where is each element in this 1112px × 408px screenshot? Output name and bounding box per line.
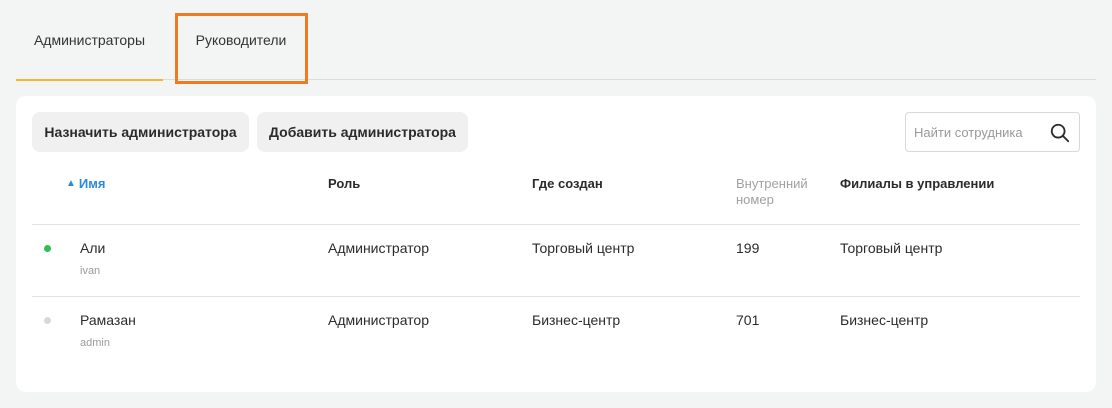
sort-asc-icon: ▲ [66, 178, 76, 189]
cell-ext-number: 701 [736, 312, 760, 328]
column-header-role: Роль [328, 176, 361, 191]
cell-branches: Торговый центр [840, 240, 943, 256]
cell-created: Торговый центр [532, 240, 635, 256]
column-header-name[interactable]: ▲ Имя [66, 176, 105, 192]
status-dot-offline [44, 317, 51, 324]
tab-administrators-label: Администраторы [33, 32, 146, 48]
column-header-created: Где создан [532, 176, 603, 191]
table-row[interactable]: Али ivan Администратор Торговый центр 19… [32, 225, 1080, 297]
tabs-bar: Администраторы Руководители [16, 0, 1096, 81]
status-dot-online [44, 245, 51, 252]
tab-managers-label: Руководители [195, 32, 287, 48]
cell-ext-number: 199 [736, 240, 760, 256]
search-icon[interactable] [1049, 122, 1071, 144]
search-input[interactable] [906, 113, 1046, 151]
tab-managers[interactable]: Руководители [176, 0, 306, 80]
tab-administrators[interactable]: Администраторы [16, 0, 163, 81]
cell-name: Али [80, 240, 106, 256]
cell-branches: Бизнес-центр [840, 312, 929, 328]
cell-name: Рамазан [80, 312, 136, 328]
cell-created: Бизнес-центр [532, 312, 621, 328]
cell-role: Администратор [328, 312, 430, 328]
admins-card: Назначить администратора Добавить админи… [16, 96, 1096, 392]
column-header-name-label: Имя [78, 176, 106, 191]
cell-role: Администратор [328, 240, 430, 256]
add-admin-button[interactable]: Добавить администратора [257, 112, 468, 152]
cell-login: ivan [80, 265, 101, 277]
search-box [905, 112, 1080, 152]
table-row[interactable]: Рамазан admin Администратор Бизнес-центр… [32, 297, 1080, 369]
assign-admin-button[interactable]: Назначить администратора [32, 112, 249, 152]
admins-page: Администраторы Руководители Назначить ад… [0, 0, 1112, 408]
cell-login: admin [80, 337, 110, 349]
column-header-branches: Филиалы в управлении [840, 176, 995, 191]
column-header-ext-number: Внутренний номер [736, 176, 808, 207]
